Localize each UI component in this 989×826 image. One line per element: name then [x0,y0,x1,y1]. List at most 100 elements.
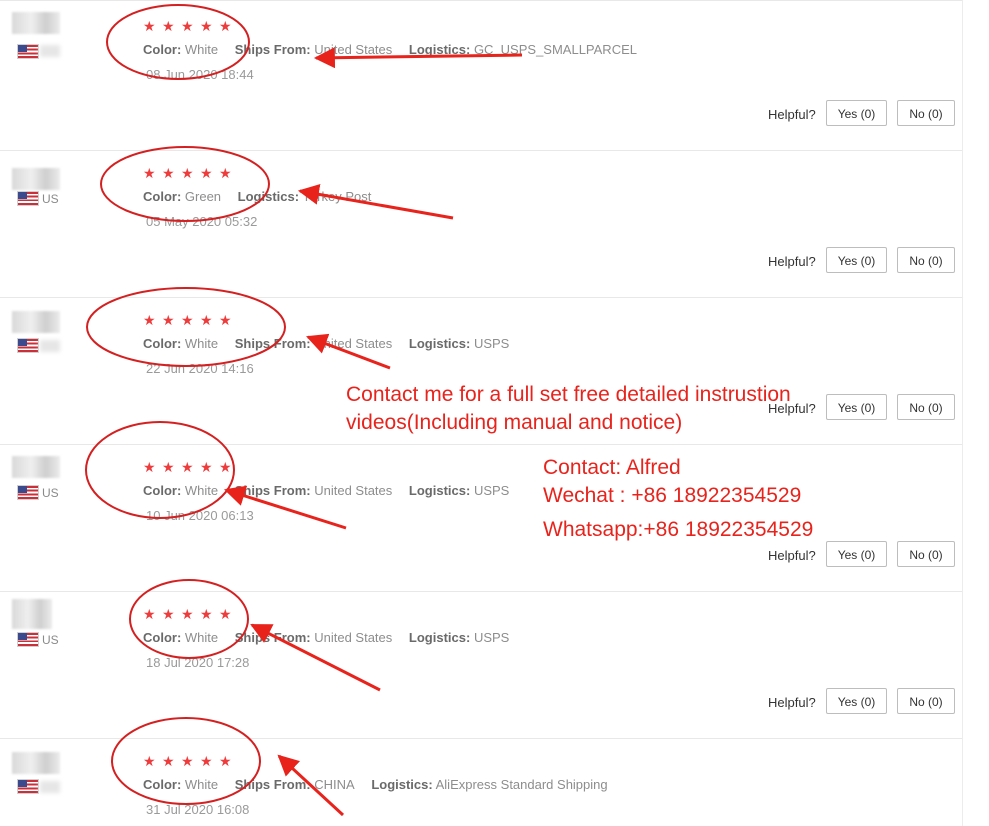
star-icon: ★ [219,606,232,622]
star-icon: ★ [200,459,213,475]
logistics-label: Logistics: [371,777,433,792]
review-date: 05 May 2020 05:32 [146,214,258,229]
reviews-page: ★ ★ ★ ★ ★ Color: White Ships From: United St… [0,0,989,826]
review-item: ★ ★ ★ ★ ★ Color: White Ships From: CHINA Log… [0,738,962,826]
rating-stars: ★ ★ ★ ★ ★ [143,312,238,329]
avatar [12,168,60,190]
star-icon: ★ [181,753,194,769]
no-button[interactable]: No (0) [897,541,955,567]
star-icon: ★ [200,753,213,769]
star-icon: ★ [219,18,232,34]
yes-button[interactable]: Yes (0) [826,688,887,714]
country-blurred [40,781,60,793]
logistics-label: Logistics: [408,630,471,645]
star-icon: ★ [181,312,194,328]
yes-button[interactable]: Yes (0) [826,394,887,420]
review-divider [0,591,962,592]
avatar [12,752,60,774]
rating-stars: ★ ★ ★ ★ ★ [143,753,238,770]
review-meta: Color: White Ships From: United States L… [143,630,509,645]
star-icon: ★ [162,312,175,328]
review-item: US ★ ★ ★ ★ ★ Color: Green Logistics: Turkey … [0,150,962,297]
color-label: Color: [143,189,182,204]
no-button[interactable]: No (0) [897,688,955,714]
star-icon: ★ [200,18,213,34]
helpful-label: Helpful? [768,695,816,710]
logistics-value: USPS [473,336,510,351]
yes-button[interactable]: Yes (0) [826,541,887,567]
rating-stars: ★ ★ ★ ★ ★ [143,18,238,35]
color-value: White [184,483,219,498]
review-meta: Color: White Ships From: United States L… [143,42,637,57]
ships-from-label: Ships From: [234,483,311,498]
star-icon: ★ [181,165,194,181]
review-divider [0,0,962,1]
rating-stars: ★ ★ ★ ★ ★ [143,606,238,623]
star-icon: ★ [143,459,156,475]
us-flag-icon [17,44,39,59]
color-value: White [184,630,219,645]
color-label: Color: [143,336,182,351]
review-meta: Color: White Ships From: United States L… [143,483,509,498]
avatar [12,12,60,34]
color-value: White [184,42,219,57]
logistics-label: Logistics: [237,189,300,204]
star-icon: ★ [200,312,213,328]
star-icon: ★ [219,753,232,769]
color-value: White [184,777,219,792]
star-icon: ★ [181,606,194,622]
no-button[interactable]: No (0) [897,100,955,126]
star-icon: ★ [219,459,232,475]
review-item: US ★ ★ ★ ★ ★ Color: White Ships From: United… [0,444,962,591]
star-icon: ★ [162,18,175,34]
helpful-label: Helpful? [768,548,816,563]
avatar [12,456,60,478]
no-button[interactable]: No (0) [897,394,955,420]
logistics-value: GC_USPS_SMALLPARCEL [473,42,637,57]
star-icon: ★ [143,18,156,34]
star-icon: ★ [162,753,175,769]
logistics-value: Turkey Post [302,189,372,204]
review-date: 31 Jul 2020 16:08 [146,802,250,817]
star-icon: ★ [219,165,232,181]
yes-button[interactable]: Yes (0) [826,247,887,273]
star-icon: ★ [143,312,156,328]
color-label: Color: [143,630,182,645]
review-date: 10 Jun 2020 06:13 [146,508,254,523]
yes-button[interactable]: Yes (0) [826,100,887,126]
us-flag-icon [17,485,39,500]
review-divider [0,444,962,445]
country-code: US [42,633,59,647]
star-icon: ★ [181,18,194,34]
helpful-label: Helpful? [768,254,816,269]
color-value: Green [184,189,222,204]
ships-from-label: Ships From: [234,630,311,645]
review-meta: Color: White Ships From: CHINA Logistics… [143,777,608,792]
logistics-label: Logistics: [408,336,471,351]
no-button[interactable]: No (0) [897,247,955,273]
annotation-contact-line2: videos(Including manual and notice) [346,411,683,434]
annotation-contact-line1: Contact me for a full set free detailed … [346,383,791,406]
star-icon: ★ [162,165,175,181]
review-date: 18 Jul 2020 17:28 [146,655,250,670]
avatar [12,599,52,629]
ships-from-value: United States [314,630,393,645]
ships-from-label: Ships From: [234,42,311,57]
annotation-contact-name: Contact: Alfred [543,456,681,479]
review-date: 22 Jun 2020 14:16 [146,361,254,376]
review-divider [0,150,962,151]
color-label: Color: [143,777,182,792]
star-icon: ★ [181,459,194,475]
review-divider [0,297,962,298]
star-icon: ★ [200,606,213,622]
ships-from-label: Ships From: [234,336,311,351]
review-date: 08 Jun 2020 18:44 [146,67,254,82]
rating-stars: ★ ★ ★ ★ ★ [143,165,238,182]
color-value: White [184,336,219,351]
review-item: US ★ ★ ★ ★ ★ Color: White Ships From: United… [0,591,962,738]
us-flag-icon [17,779,39,794]
us-flag-icon [17,632,39,647]
ships-from-label: Ships From: [234,777,311,792]
color-label: Color: [143,42,182,57]
review-meta: Color: Green Logistics: Turkey Post [143,189,371,204]
